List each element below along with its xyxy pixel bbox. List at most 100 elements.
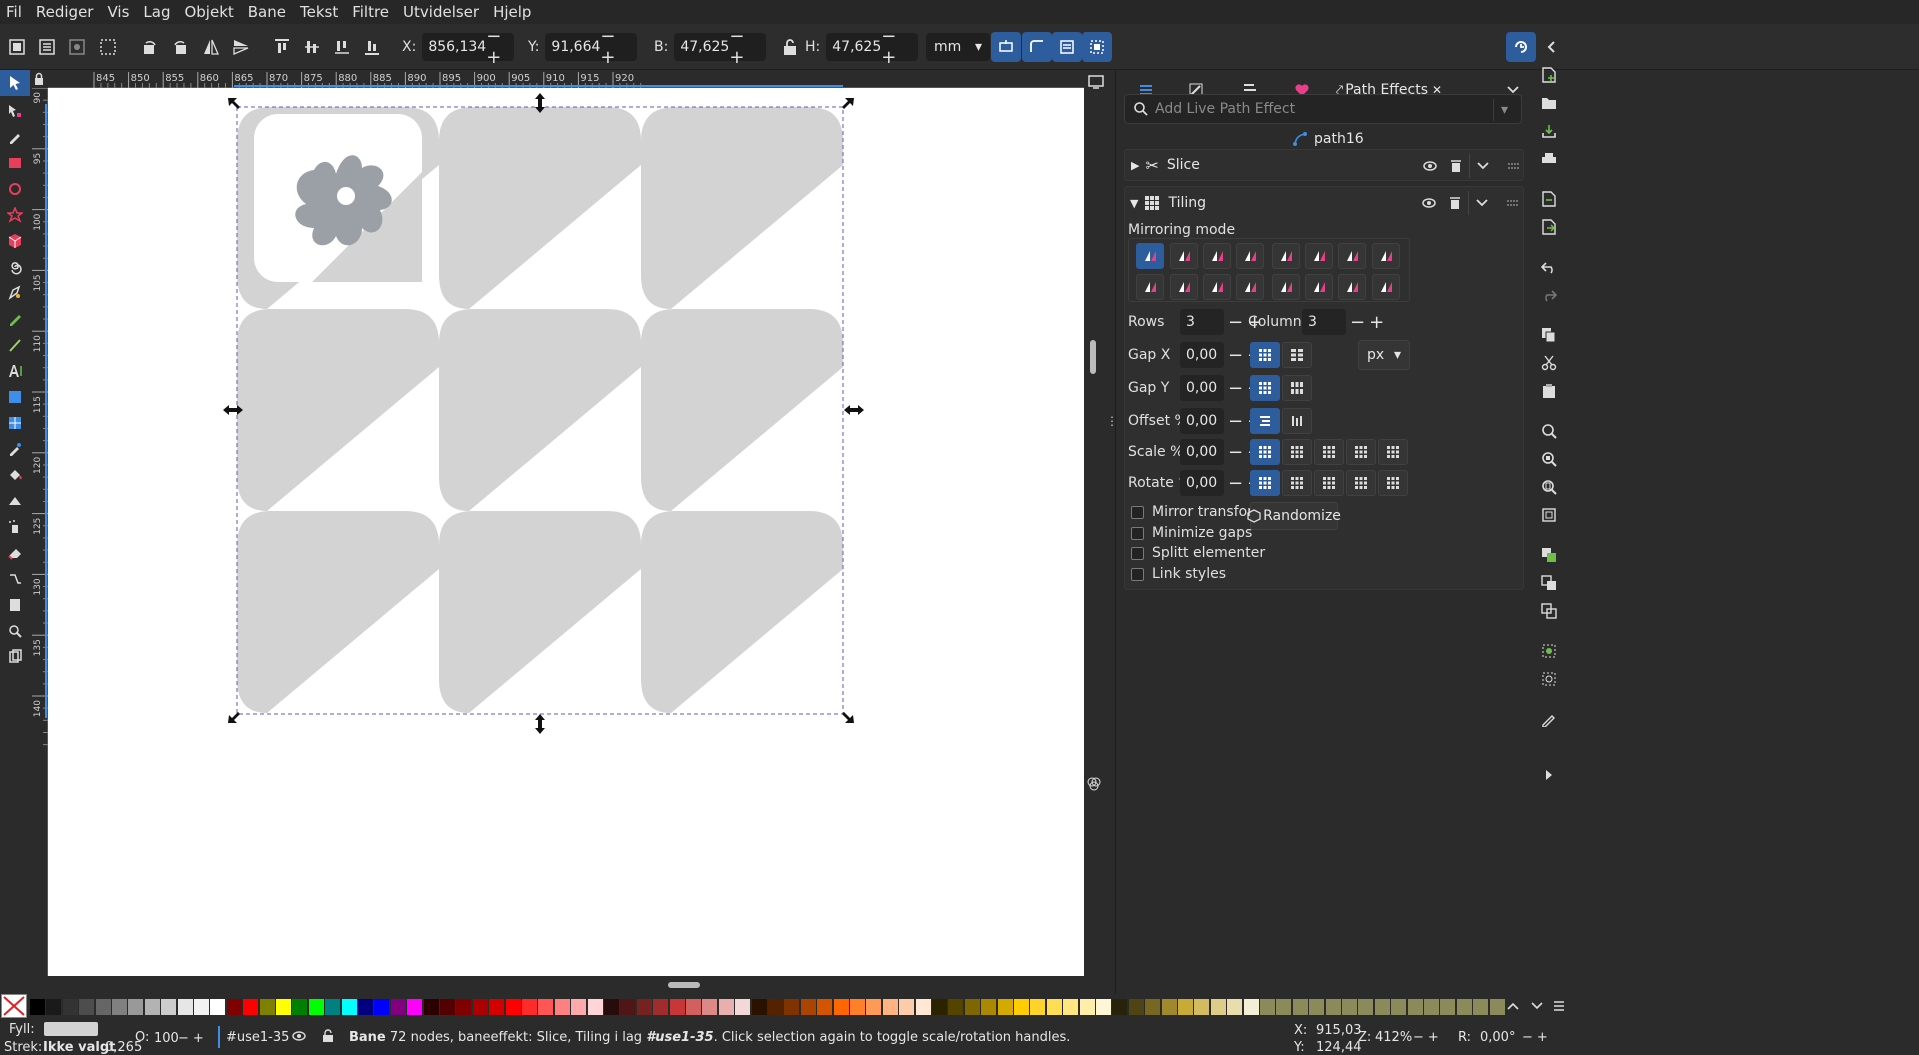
fill-swatch[interactable] <box>44 1022 98 1036</box>
color-swatch[interactable] <box>505 999 521 1015</box>
gap-y-mode-2[interactable] <box>1282 375 1312 401</box>
color-swatch[interactable] <box>259 999 275 1015</box>
color-swatch[interactable] <box>226 999 242 1015</box>
color-swatch[interactable] <box>358 999 373 1015</box>
transform-gradients-toggle[interactable] <box>1052 32 1082 62</box>
color-swatch[interactable] <box>522 999 537 1015</box>
mesh-tool-icon[interactable] <box>4 412 26 434</box>
no-paint-swatch[interactable] <box>1 994 27 1018</box>
color-swatch[interactable] <box>489 999 505 1015</box>
tile-shape[interactable] <box>641 511 843 713</box>
color-swatch[interactable] <box>1145 999 1161 1015</box>
search-dropdown-icon[interactable]: ▾ <box>1493 99 1515 121</box>
color-swatch[interactable] <box>456 999 472 1015</box>
x-input[interactable]: 856,134 −+ <box>422 26 515 68</box>
current-layer[interactable]: #use1-35 <box>226 1030 289 1045</box>
color-swatch[interactable] <box>1063 999 1079 1015</box>
color-swatch[interactable] <box>128 999 144 1015</box>
open-folder-icon[interactable] <box>1538 92 1560 114</box>
pages-tool-icon[interactable] <box>4 594 26 616</box>
drawing-canvas[interactable] <box>48 88 1084 976</box>
scale-mode-button[interactable] <box>1314 439 1344 465</box>
dropper-tool-icon[interactable] <box>4 438 26 460</box>
measure-tool-icon[interactable] <box>4 646 26 668</box>
tile-shape[interactable] <box>641 309 843 511</box>
color-swatch[interactable] <box>882 999 898 1015</box>
group-icon[interactable] <box>1538 640 1560 662</box>
snap-toggle[interactable] <box>1506 32 1536 62</box>
rotate-mode-button[interactable] <box>1282 470 1312 496</box>
rotate-ccw-icon[interactable] <box>137 34 163 60</box>
color-swatch[interactable] <box>981 999 997 1015</box>
pen-tool-icon[interactable] <box>4 282 26 304</box>
tweak-objects-icon[interactable] <box>4 490 26 512</box>
copy-icon[interactable] <box>1538 324 1560 346</box>
menu-hjelp[interactable]: Hjelp <box>493 3 531 21</box>
ellipse-tool-icon[interactable] <box>4 178 26 200</box>
color-swatch[interactable] <box>144 999 160 1015</box>
effect-menu-chevron-icon[interactable] <box>1468 191 1494 215</box>
width-stepper[interactable]: −+ <box>729 26 760 68</box>
color-swatch[interactable] <box>1292 999 1308 1015</box>
color-swatch[interactable] <box>653 999 669 1015</box>
color-swatch[interactable] <box>79 999 95 1015</box>
rows-value[interactable]: 3 <box>1180 309 1224 335</box>
color-swatch[interactable] <box>915 999 931 1015</box>
tile-shape[interactable] <box>641 107 843 309</box>
offset-columns-toggle[interactable] <box>1282 408 1312 434</box>
redo-icon[interactable] <box>1538 284 1560 306</box>
tile-shape[interactable] <box>439 107 641 309</box>
color-swatch[interactable] <box>62 999 78 1015</box>
print-icon[interactable] <box>1538 148 1560 170</box>
effect-menu-chevron-icon[interactable] <box>1469 154 1495 178</box>
selector-tool-icon[interactable] <box>0 70 30 96</box>
color-swatch[interactable] <box>440 999 455 1015</box>
color-swatch[interactable] <box>1161 999 1177 1015</box>
flip-vertical-icon[interactable] <box>228 34 254 60</box>
color-swatch[interactable] <box>1014 999 1029 1015</box>
effect-row-tiling[interactable]: ▼ Tiling <box>1124 187 1524 219</box>
paint-bucket-tool-icon[interactable] <box>4 464 26 486</box>
height-stepper[interactable]: −+ <box>881 26 912 68</box>
color-swatch[interactable] <box>768 999 783 1015</box>
menu-vis[interactable]: Vis <box>107 3 129 21</box>
color-swatch[interactable] <box>1128 999 1144 1015</box>
color-swatch[interactable] <box>325 999 341 1015</box>
eraser-tool-icon[interactable] <box>4 542 26 564</box>
calligraphy-tool-icon[interactable] <box>4 334 26 356</box>
zoom-drawing-icon[interactable] <box>1538 448 1560 470</box>
color-swatch[interactable] <box>964 999 980 1015</box>
zoom-fit-icon[interactable] <box>1538 504 1560 526</box>
color-swatch[interactable] <box>669 999 685 1015</box>
rotate-mode-button[interactable] <box>1346 470 1376 496</box>
color-manage-icon[interactable] <box>1086 776 1106 796</box>
zoom-page-icon[interactable] <box>1538 476 1560 498</box>
delete-trash-icon[interactable] <box>1442 191 1468 215</box>
mirror-mode-button[interactable] <box>1136 243 1164 269</box>
color-swatch[interactable] <box>1030 999 1046 1015</box>
gap-x-mode-2[interactable] <box>1282 342 1312 368</box>
tile-shape[interactable] <box>237 309 439 511</box>
color-swatch[interactable] <box>800 999 816 1015</box>
color-swatch[interactable] <box>718 999 734 1015</box>
paste-icon[interactable] <box>1538 380 1560 402</box>
color-swatch[interactable] <box>1473 999 1489 1015</box>
color-swatch[interactable] <box>571 999 587 1015</box>
color-swatch[interactable] <box>1112 999 1128 1015</box>
menu-filtre[interactable]: Filtre <box>352 3 389 21</box>
spiral-tool-icon[interactable] <box>4 256 26 278</box>
columns-stepper[interactable]: −+ <box>1350 312 1388 333</box>
color-swatch[interactable] <box>1325 999 1341 1015</box>
unit-select[interactable]: mm ▾ <box>926 33 990 61</box>
mirror-mode-button[interactable] <box>1372 274 1400 300</box>
color-swatch[interactable] <box>833 999 849 1015</box>
rotation-value[interactable]: 0,00° <box>1480 1030 1522 1045</box>
menu-objekt[interactable]: Objekt <box>184 3 233 21</box>
color-swatch[interactable] <box>620 999 636 1015</box>
canvas-vscrollbar[interactable]: ⋮ <box>1084 70 1118 994</box>
checkbox-box[interactable] <box>1131 505 1144 519</box>
scale-value[interactable]: 0,00 <box>1180 439 1224 465</box>
link-styles-checkbox[interactable]: Link styles <box>1131 566 1226 582</box>
color-swatch[interactable] <box>30 999 45 1015</box>
color-swatch[interactable] <box>243 999 259 1015</box>
